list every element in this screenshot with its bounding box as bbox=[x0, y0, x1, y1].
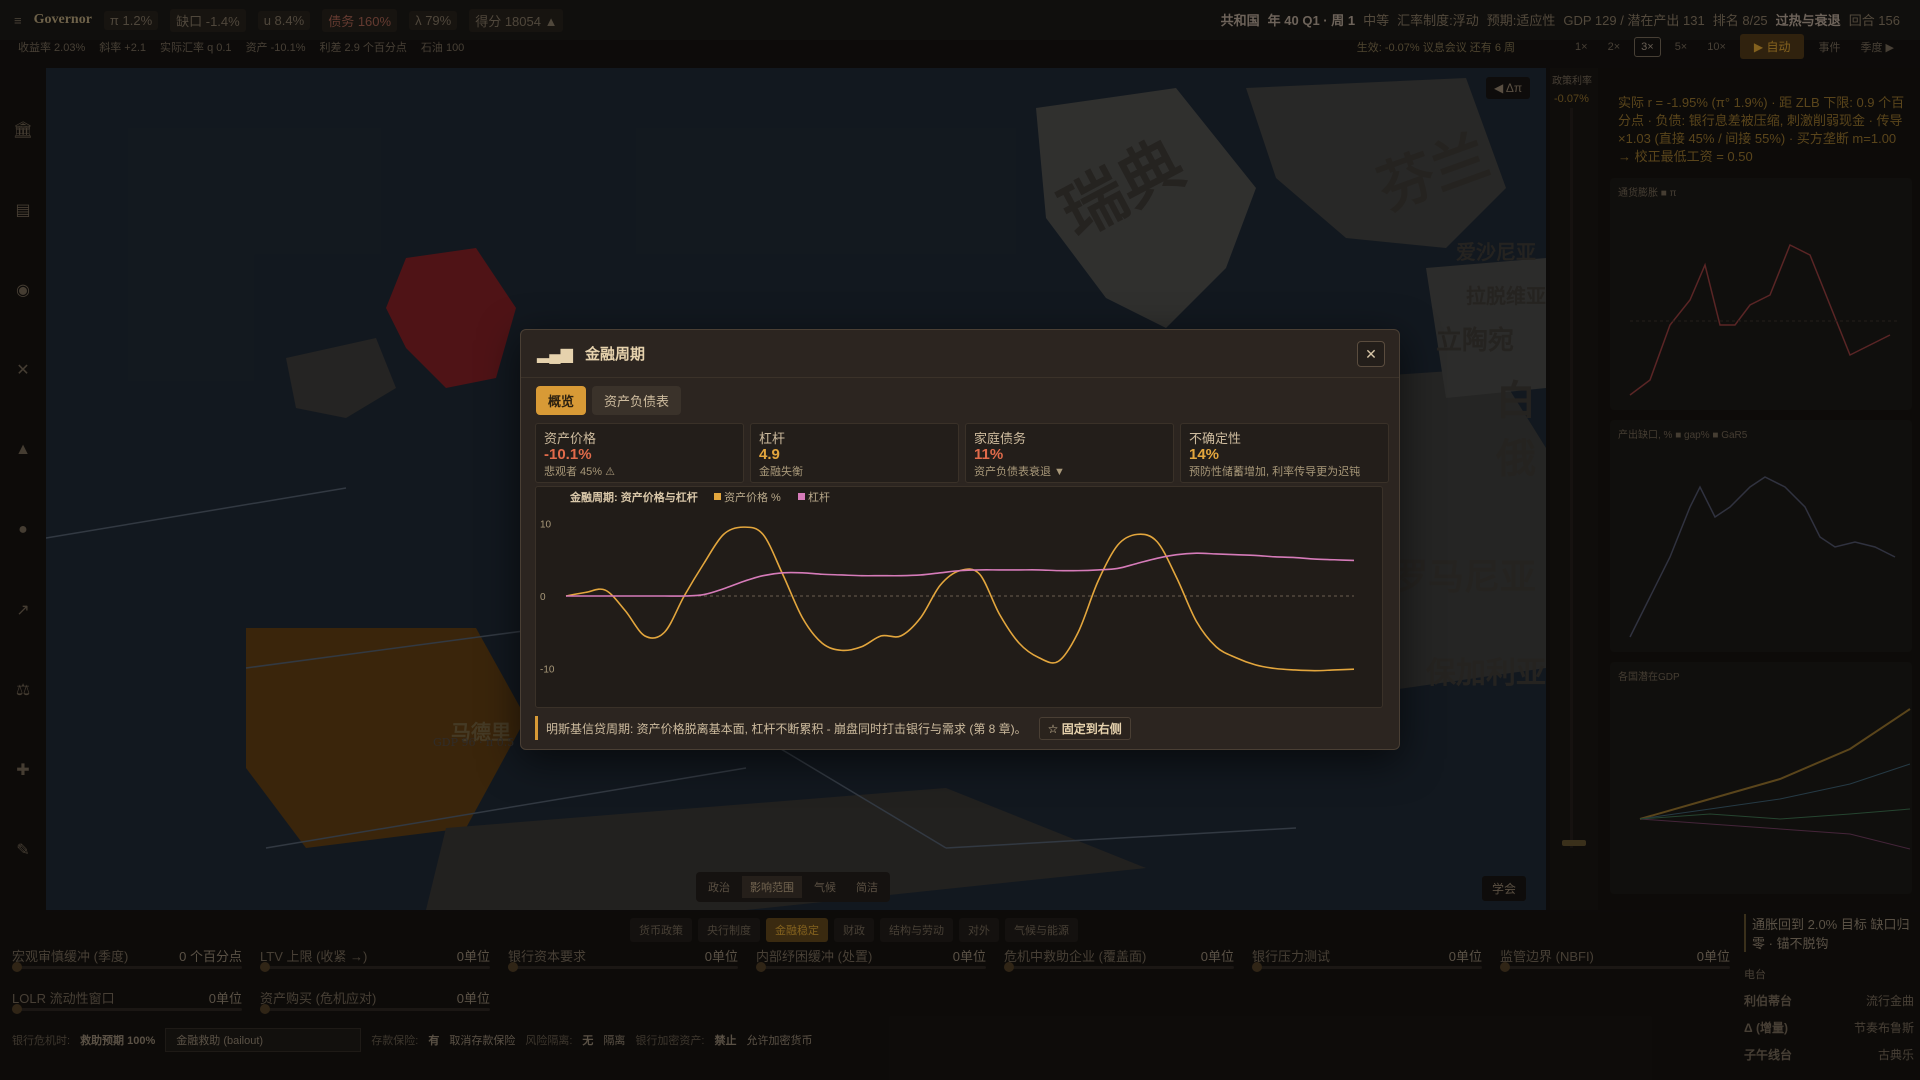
legend-leverage: 杠杆 bbox=[808, 490, 830, 504]
card-label: 不确定性 bbox=[1189, 431, 1242, 446]
card-sub: 预防性储蓄增加, 利率传导更为迟钝 bbox=[1189, 466, 1361, 478]
financial-cycle-chart: 金融周期: 资产价格与杠杆 资产价格 % 杠杆 10 0 -10 bbox=[535, 486, 1383, 708]
legend-asset: 资产价格 % bbox=[724, 490, 781, 504]
series-line-asset-price bbox=[565, 526, 1355, 672]
card-value: 4.9 bbox=[759, 446, 780, 463]
card-label: 杠杆 bbox=[759, 431, 786, 446]
legend-swatch-asset bbox=[714, 493, 721, 500]
card-sub: 金融失衡 bbox=[759, 466, 803, 478]
y-tick-label: 0 bbox=[540, 592, 546, 603]
card-sub: 资产负债表衰退 ▼ bbox=[974, 466, 1065, 478]
legend-swatch-leverage bbox=[798, 493, 805, 500]
modal-tabs: 概览 资产负债表 bbox=[536, 386, 682, 415]
y-tick-label: -10 bbox=[540, 665, 555, 676]
modal-title: 金融周期 bbox=[584, 346, 645, 363]
bar-chart-icon: ▂▄▆ bbox=[537, 345, 573, 363]
card-leverage: 杠杆 4.9 金融失衡 bbox=[750, 423, 959, 483]
pin-right-button[interactable]: ☆ 固定到右侧 bbox=[1038, 716, 1131, 740]
modal-footnote-row: 明斯基信贷周期: 资产价格脱离基本面, 杠杆不断累积 - 崩盘同时打击银行与需求… bbox=[535, 716, 1383, 740]
chart-svg: 金融周期: 资产价格与杠杆 资产价格 % 杠杆 10 0 -10 bbox=[540, 490, 1355, 676]
card-uncertainty: 不确定性 14% 预防性储蓄增加, 利率传导更为迟钝 bbox=[1180, 423, 1389, 483]
card-sub: 悲观者 45% ⚠ bbox=[544, 466, 615, 478]
card-value: 11% bbox=[974, 446, 1004, 463]
metric-cards: 资产价格 -10.1% 悲观者 45% ⚠ 杠杆 4.9 金融失衡 家庭债务 1… bbox=[535, 423, 1389, 483]
chart-title: 金融周期: 资产价格与杠杆 bbox=[569, 490, 698, 504]
series-line-leverage bbox=[566, 552, 1355, 597]
financial-cycle-modal: ▂▄▆ 金融周期 ✕ 概览 资产负债表 资产价格 -10.1% 悲观者 45% … bbox=[520, 329, 1400, 750]
card-asset-price: 资产价格 -10.1% 悲观者 45% ⚠ bbox=[535, 423, 744, 483]
y-tick-label: 10 bbox=[540, 520, 552, 531]
card-label: 资产价格 bbox=[544, 431, 597, 446]
tab-overview[interactable]: 概览 bbox=[536, 386, 587, 415]
card-label: 家庭债务 bbox=[974, 431, 1027, 446]
close-icon: ✕ bbox=[1365, 345, 1377, 362]
modal-footnote: 明斯基信贷周期: 资产价格脱离基本面, 杠杆不断累积 - 崩盘同时打击银行与需求… bbox=[546, 721, 1027, 736]
tab-balance-sheet[interactable]: 资产负债表 bbox=[592, 386, 682, 415]
card-value: 14% bbox=[1189, 446, 1220, 463]
modal-header: ▂▄▆ 金融周期 ✕ bbox=[521, 330, 1399, 378]
card-household-debt: 家庭债务 11% 资产负债表衰退 ▼ bbox=[965, 423, 1174, 483]
card-value: -10.1% bbox=[544, 446, 592, 463]
close-button[interactable]: ✕ bbox=[1357, 341, 1385, 367]
